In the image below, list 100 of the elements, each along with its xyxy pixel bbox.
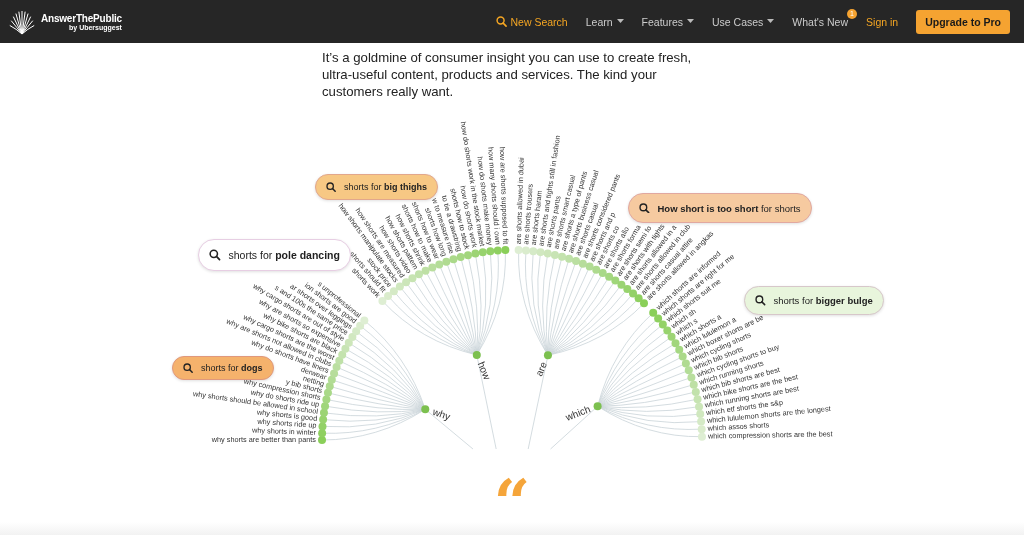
- suggestion-dot: [592, 265, 601, 274]
- branch-label: why: [431, 405, 452, 423]
- branch-label: are: [533, 360, 550, 378]
- suggestion-dot: [456, 253, 465, 262]
- suggestion-dot: [529, 247, 538, 256]
- suggestion-dot: [695, 402, 704, 411]
- suggestion-dot: [389, 287, 398, 296]
- branch-label: how: [475, 359, 493, 382]
- suggestion-dot: [478, 248, 487, 257]
- suggestion-dot: [514, 246, 523, 255]
- suggestion-dot: [395, 282, 404, 291]
- caret-icon: [616, 19, 624, 24]
- quote-mark: “: [493, 472, 531, 522]
- suggestion-dot: [697, 432, 706, 441]
- upgrade-button[interactable]: Upgrade to Pro: [916, 9, 1010, 34]
- whats-new-link[interactable]: What's New: [792, 15, 849, 28]
- nav-menu-button[interactable]: Features: [641, 15, 694, 28]
- suggestion-dot: [414, 270, 423, 279]
- suggestion-dot: [486, 247, 495, 256]
- search-suggestion-tooltip[interactable]: shorts for dogs: [172, 356, 274, 380]
- suggestion-dot: [471, 249, 480, 258]
- suggestion-dot: [338, 350, 347, 359]
- search-icon: [639, 202, 650, 214]
- branch-node-dot: [421, 405, 430, 414]
- new-search-button[interactable]: New Search: [495, 15, 568, 28]
- suggestion-dot: [332, 363, 341, 372]
- suggestion-dot: [649, 308, 658, 317]
- suggestion-dot: [356, 321, 365, 330]
- suggestion-dot: [675, 345, 684, 354]
- suggestion-dot: [697, 417, 706, 426]
- caret-icon: [687, 19, 694, 24]
- search-icon: [209, 249, 221, 261]
- suggestion-dot: [318, 422, 327, 431]
- suggestion-dot: [605, 272, 614, 281]
- suggestion-dot: [550, 250, 559, 259]
- suggestion-dot: [687, 373, 696, 382]
- suggestion-dot: [318, 429, 327, 438]
- search-icon: [495, 16, 507, 27]
- branch-node-dot: [472, 351, 481, 359]
- suggestion-dot: [321, 402, 330, 411]
- suggestion-dot: [348, 332, 357, 341]
- suggestion-dot: [617, 280, 626, 289]
- suggestion-dot: [344, 338, 353, 347]
- sign-in-link[interactable]: Sign in: [866, 15, 899, 28]
- suggestion-dot: [408, 274, 417, 283]
- suggestion-dot: [585, 262, 594, 271]
- suggestion-dot: [442, 257, 451, 266]
- suggestion-dot: [449, 255, 458, 264]
- suggestion-dot: [330, 369, 339, 378]
- suggestion-dot: [543, 249, 552, 258]
- suggestion-dot: [335, 356, 344, 365]
- bubble-text: shorts for bigger bulge: [773, 295, 873, 306]
- suggestion-dot: [319, 408, 328, 417]
- suggestion-dot: [697, 425, 706, 434]
- nav-menu-button[interactable]: Learn: [585, 15, 624, 28]
- suggestion-dot: [521, 246, 530, 255]
- suggestion-dot: [654, 314, 663, 323]
- suggestion-dot: [421, 266, 430, 275]
- suggestion-dot: [689, 380, 698, 389]
- bubble-text: shorts for dogs: [201, 363, 263, 373]
- suggestion-dot: [667, 332, 676, 341]
- suggestion-dot: [322, 395, 331, 404]
- search-icon: [183, 363, 193, 373]
- suggestion-dot: [658, 320, 667, 329]
- suggestion-dot: [360, 316, 369, 325]
- caret-icon: [767, 19, 775, 24]
- search-suggestion-tooltip[interactable]: shorts for pole dancing: [198, 239, 351, 271]
- suggestion-dot: [598, 269, 607, 278]
- search-suggestion-tooltip[interactable]: How short is too short for shorts: [628, 193, 812, 223]
- bubble-text: shorts for pole dancing: [228, 249, 340, 261]
- branch-label: which: [564, 403, 592, 423]
- search-suggestion-tooltip[interactable]: shorts for bigger bulge: [744, 286, 884, 315]
- suggestion-dot: [319, 415, 328, 424]
- suggestion-dot: [691, 387, 700, 396]
- suggestion-dot: [681, 359, 690, 368]
- suggestion-dot: [352, 327, 361, 336]
- logo-name: AnswerThePublic: [41, 12, 122, 24]
- search-icon: [326, 182, 336, 192]
- branch-node-dot: [593, 402, 602, 411]
- search-icon: [755, 295, 766, 306]
- suggestion-dot: [696, 410, 705, 419]
- suggestion-dot: [678, 352, 687, 361]
- suggestion-dot: [435, 260, 444, 269]
- suggestion-dot: [327, 375, 336, 384]
- bubble-text: How short is too short for shorts: [657, 202, 801, 214]
- suggestion-dot: [629, 289, 638, 298]
- suggestion-dot: [378, 297, 387, 306]
- nav-menu-button[interactable]: Use Cases: [712, 15, 775, 28]
- suggestion-dot: [402, 278, 411, 287]
- suggestion-dot: [323, 388, 332, 397]
- suggestion-dot: [693, 395, 702, 404]
- bubble-text: shorts for big thighs: [344, 182, 427, 192]
- suggestion-dot: [341, 344, 350, 353]
- suggestion-dot: [671, 339, 680, 348]
- suggestion-dot: [536, 248, 545, 257]
- suggestion-dot: [565, 254, 574, 263]
- branch-node-dot: [543, 351, 552, 360]
- suggestion-dot: [684, 366, 693, 375]
- suggestion-dot: [611, 276, 620, 285]
- intro-paragraph: It’s a goldmine of consumer insight you can use to create fresh, ultra-useful content, products and services. The kind your customers really want.: [322, 49, 693, 101]
